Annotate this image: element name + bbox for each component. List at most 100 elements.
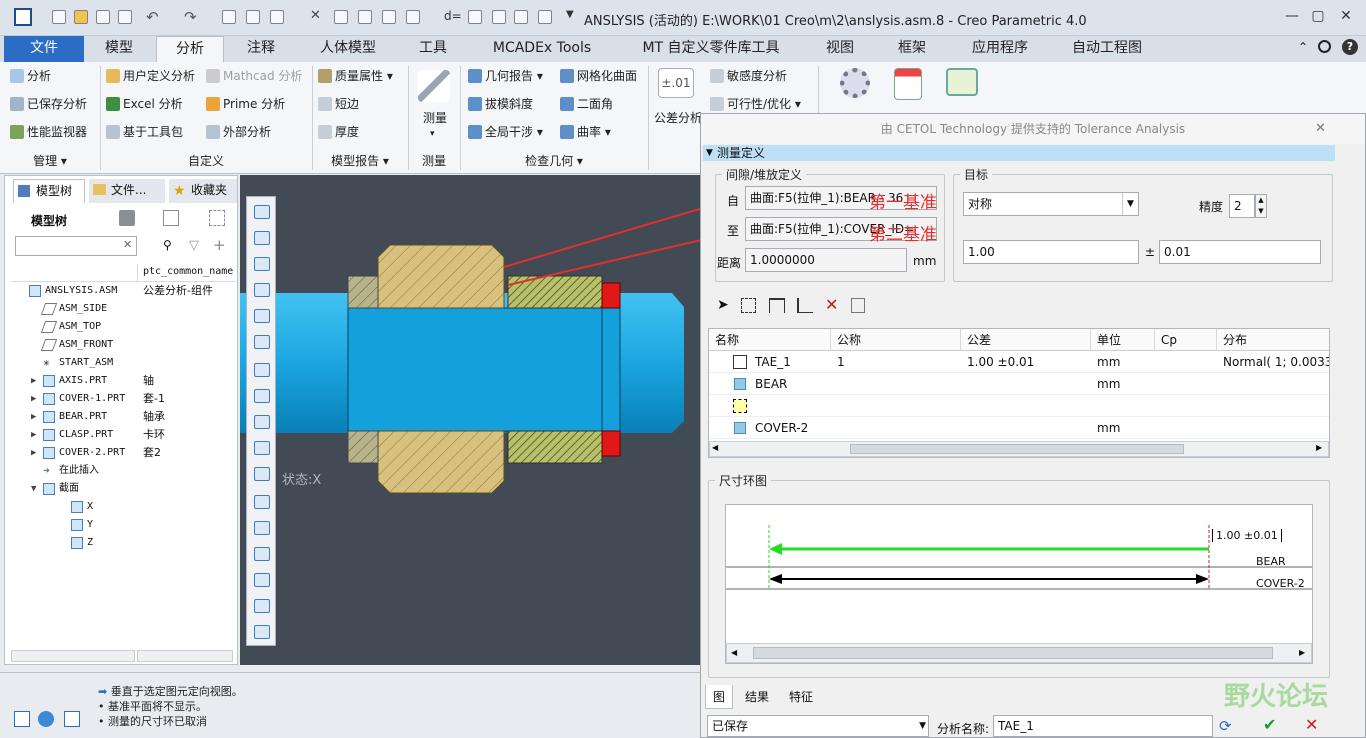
tab-mcadex-tools[interactable]: MCADEx Tools <box>468 36 616 62</box>
loop-horizontal-scrollbar[interactable]: ◀ ▶ <box>726 643 1312 663</box>
tab-tools[interactable]: 工具 <box>402 36 464 62</box>
binoculars-icon[interactable]: ⚲ <box>163 238 172 252</box>
col-header-tolerance[interactable]: 公差 <box>961 329 1091 351</box>
csys-display-icon[interactable] <box>254 467 270 481</box>
tab-results[interactable]: 结果 <box>737 685 777 709</box>
save-copy-icon[interactable] <box>334 10 348 24</box>
group-manage[interactable]: 管理 ▾ <box>0 152 100 169</box>
inspect-icon[interactable] <box>851 298 865 313</box>
graphics-viewport[interactable]: 状态:X <box>240 175 741 665</box>
maximize-icon[interactable]: ▢ <box>1308 8 1328 24</box>
sensitivity-button[interactable]: 敏感度分析 <box>710 68 787 84</box>
tree-item[interactable]: ▶ AXIS.PRT 轴 <box>11 372 241 390</box>
ok-check-icon[interactable]: ✔ <box>1263 715 1276 734</box>
add-stack-icon[interactable] <box>797 298 813 313</box>
table-row[interactable]: TAE_1 1 1.00 ±0.01 mm Normal( 1; 0.0033 <box>709 351 1329 373</box>
mesh-surface-button[interactable]: 网格化曲面 <box>560 68 637 84</box>
column-header-common-name[interactable]: ptc_common_name <box>143 266 233 277</box>
tree-item[interactable]: ▶ COVER-1.PRT 套-1 <box>11 390 241 408</box>
tab-features[interactable]: 特征 <box>781 685 821 709</box>
help-icon[interactable]: ? <box>1342 39 1358 55</box>
tree-item[interactable]: ➜ 在此插入 <box>11 462 241 480</box>
minimize-icon[interactable]: — <box>1282 8 1302 24</box>
view-manager-icon[interactable] <box>254 363 270 377</box>
tree-item[interactable]: ANSLYSIS.ASM 公差分析-组件 <box>11 282 241 300</box>
tree-horizontal-scrollbar[interactable] <box>11 650 135 662</box>
mass-properties-button[interactable]: 质量属性 ▾ <box>318 68 393 84</box>
tab-file[interactable]: 文件 <box>4 36 84 62</box>
filter-icon[interactable]: ▽ <box>189 238 199 253</box>
add-selection-icon[interactable] <box>741 298 756 313</box>
analysis-button[interactable]: 分析 <box>10 68 51 84</box>
tab-model[interactable]: 模型 <box>86 36 152 62</box>
expand-toggle-icon[interactable]: ▶ <box>31 390 36 408</box>
tab-model-tree[interactable]: 模型树 <box>13 179 85 203</box>
group-model-report[interactable]: 模型报告 ▾ <box>312 152 408 169</box>
loop-scroll-right-icon[interactable]: ▶ <box>1299 648 1305 657</box>
global-interference-button[interactable]: 全局干涉 ▾ <box>468 124 543 140</box>
measure-definition-header[interactable]: ▼ 测量定义 <box>703 145 1335 161</box>
target-type-select[interactable]: 对称 ▼ <box>963 192 1139 216</box>
saved-analysis-button[interactable]: 已保存分析 <box>10 96 87 112</box>
tree-item[interactable]: ▶ COVER-2.PRT 套2 <box>11 444 241 462</box>
col-header-nominal[interactable]: 公称 <box>831 329 961 351</box>
redo-icon[interactable]: ↷ <box>184 8 197 26</box>
short-edge-button[interactable]: 短边 <box>318 96 359 112</box>
tolerance-input[interactable]: 0.01 <box>1159 240 1321 264</box>
sketch-icon[interactable] <box>406 10 420 24</box>
saved-orientations-icon[interactable] <box>254 335 270 349</box>
plane-tag-icon[interactable] <box>254 599 270 613</box>
tree-item[interactable]: Z <box>11 534 241 552</box>
precision-stepper[interactable]: 2 <box>1229 194 1255 218</box>
loop-scroll-thumb[interactable] <box>753 647 1273 659</box>
zoom-in-icon[interactable] <box>254 231 270 245</box>
circuit-board-icon[interactable] <box>946 68 978 96</box>
regenerate-icon[interactable] <box>222 10 236 24</box>
analysis-name-input[interactable]: TAE_1 <box>993 715 1213 737</box>
performance-monitor-button[interactable]: 性能监视器 <box>10 124 87 140</box>
tab-diagram[interactable]: 图 <box>705 685 733 709</box>
collapse-ribbon-icon[interactable]: ⌃ <box>1298 40 1308 54</box>
new-file-icon[interactable] <box>52 10 66 24</box>
draft-button[interactable]: 拔模斜度 <box>468 96 533 112</box>
tab-human-model[interactable]: 人体模型 <box>298 36 398 62</box>
nominal-input[interactable]: 1.00 <box>963 240 1139 264</box>
tab-files[interactable]: 文件... <box>89 179 165 203</box>
scroll-thumb[interactable] <box>850 444 1184 454</box>
add-dimension-icon[interactable] <box>769 298 785 313</box>
tree-item[interactable]: ASM_FRONT <box>11 336 241 354</box>
scroll-left-icon[interactable]: ◀ <box>712 443 718 452</box>
thickness-button[interactable]: 厚度 <box>318 124 359 140</box>
user-defined-analysis-button[interactable]: 用户定义分析 <box>106 68 195 84</box>
tree-item[interactable]: Y <box>11 516 241 534</box>
measure-ruler-icon[interactable] <box>418 70 450 102</box>
col-header-unit[interactable]: 单位 <box>1091 329 1155 351</box>
tree-item[interactable]: ▼ 截面 <box>11 480 241 498</box>
point-display-icon[interactable] <box>254 547 270 561</box>
axis-display-icon[interactable] <box>254 521 270 535</box>
expand-toggle-icon[interactable]: ▶ <box>31 426 36 444</box>
search-icon[interactable] <box>1318 40 1331 53</box>
doc-icon[interactable] <box>492 10 506 24</box>
add-column-icon[interactable]: + <box>213 236 226 254</box>
dialog-close-icon[interactable]: ✕ <box>1315 121 1326 136</box>
expand-toggle-icon[interactable]: ▼ <box>31 480 36 498</box>
app-logo-icon[interactable] <box>14 8 32 26</box>
geometry-report-button[interactable]: 几何报告 ▾ <box>468 68 543 84</box>
tree-item[interactable]: ASM_TOP <box>11 318 241 336</box>
plane-display-icon[interactable] <box>254 495 270 509</box>
mathcad-analysis-button[interactable]: Mathcad 分析 <box>206 68 302 84</box>
rename-icon[interactable] <box>382 10 396 24</box>
csys-tag-icon[interactable] <box>254 573 270 587</box>
fullscreen-icon[interactable] <box>64 711 80 727</box>
expand-toggle-icon[interactable]: ▶ <box>31 444 36 462</box>
tab-mt-library[interactable]: MT 自定义零件库工具 <box>620 36 802 62</box>
col-header-name[interactable]: 名称 <box>709 329 831 351</box>
thermal-icon[interactable] <box>894 68 922 100</box>
print-icon[interactable] <box>118 10 132 24</box>
zoom-out-icon[interactable] <box>254 257 270 271</box>
col-header-distribution[interactable]: 分布 <box>1217 329 1329 351</box>
col-header-cp[interactable]: Cp <box>1155 329 1217 351</box>
annotation-display-icon[interactable] <box>254 441 270 455</box>
tolerance-analysis-icon[interactable]: ±.01 <box>658 68 694 98</box>
